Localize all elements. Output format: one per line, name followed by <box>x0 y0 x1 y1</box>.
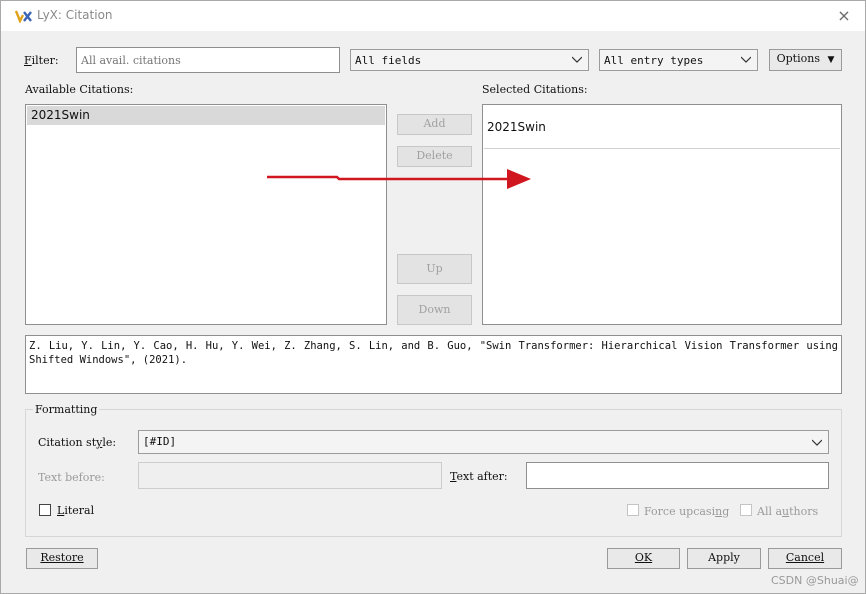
cancel-button[interactable]: Cancel <box>768 548 842 569</box>
options-button[interactable]: Options ▼ <box>769 49 842 71</box>
citation-dialog: LyX: Citation × Filter: All fields All e… <box>0 0 866 594</box>
chevron-down-icon <box>741 56 751 63</box>
window-title: LyX: Citation <box>37 8 113 22</box>
text-before-label: Text before: <box>38 471 105 484</box>
chevron-down-icon <box>572 56 582 63</box>
citation-style-label: Citation style: <box>38 436 117 449</box>
all-authors-checkbox[interactable] <box>740 504 752 516</box>
lyx-app-icon <box>15 10 32 23</box>
formatting-group-title: Formatting <box>33 403 100 416</box>
text-before-input[interactable] <box>138 462 442 489</box>
entry-types-combo[interactable]: All entry types <box>599 49 758 71</box>
list-item[interactable]: 2021Swin <box>27 106 385 125</box>
restore-button-label: Restore <box>40 551 84 564</box>
restore-button[interactable]: Restore <box>26 548 98 569</box>
citation-style-value: [#ID] <box>143 435 177 448</box>
fields-combo-value: All fields <box>355 54 422 67</box>
entry-types-combo-value: All entry types <box>604 54 704 67</box>
fields-combo[interactable]: All fields <box>350 49 589 71</box>
filter-input[interactable] <box>76 47 340 73</box>
selected-citations-list[interactable]: 2021Swin <box>482 104 842 325</box>
citation-info-text[interactable]: Z. Liu, Y. Lin, Y. Cao, H. Hu, Y. Wei, Z… <box>25 335 842 394</box>
selected-citations-heading: Selected Citations: <box>482 83 588 96</box>
close-icon[interactable]: × <box>833 5 855 27</box>
apply-button[interactable]: Apply <box>687 548 761 569</box>
text-after-input[interactable] <box>526 462 829 489</box>
literal-label: Literal <box>57 504 95 517</box>
literal-checkbox[interactable] <box>39 504 51 516</box>
available-citations-list[interactable]: 2021Swin <box>25 104 387 325</box>
cancel-button-label: Cancel <box>785 551 825 564</box>
add-button[interactable]: Add <box>397 114 472 135</box>
ok-button[interactable]: OK <box>607 548 680 569</box>
dropdown-triangle-icon: ▼ <box>827 55 835 65</box>
title-bar[interactable]: LyX: Citation × <box>1 1 865 31</box>
chevron-down-icon <box>812 439 822 446</box>
delete-button[interactable]: Delete <box>397 146 472 167</box>
text-after-label: Text after: <box>450 470 508 483</box>
citation-style-combo[interactable]: [#ID] <box>138 430 829 454</box>
down-button[interactable]: Down <box>397 295 472 325</box>
filter-label: Filter: <box>24 54 59 67</box>
available-citations-heading: Available Citations: <box>25 83 134 96</box>
force-upcasing-label: Force upcasing <box>644 505 730 518</box>
force-upcasing-checkbox[interactable] <box>627 504 639 516</box>
ok-button-label: OK <box>634 551 653 564</box>
annotation-arrow-icon <box>267 169 531 189</box>
apply-button-label: Apply <box>708 551 740 564</box>
watermark-text: CSDN @Shuai@ <box>771 574 859 587</box>
list-item[interactable]: 2021Swin <box>484 106 840 149</box>
options-button-label: Options <box>776 52 820 65</box>
up-button[interactable]: Up <box>397 254 472 284</box>
all-authors-label: All authors <box>757 505 819 518</box>
